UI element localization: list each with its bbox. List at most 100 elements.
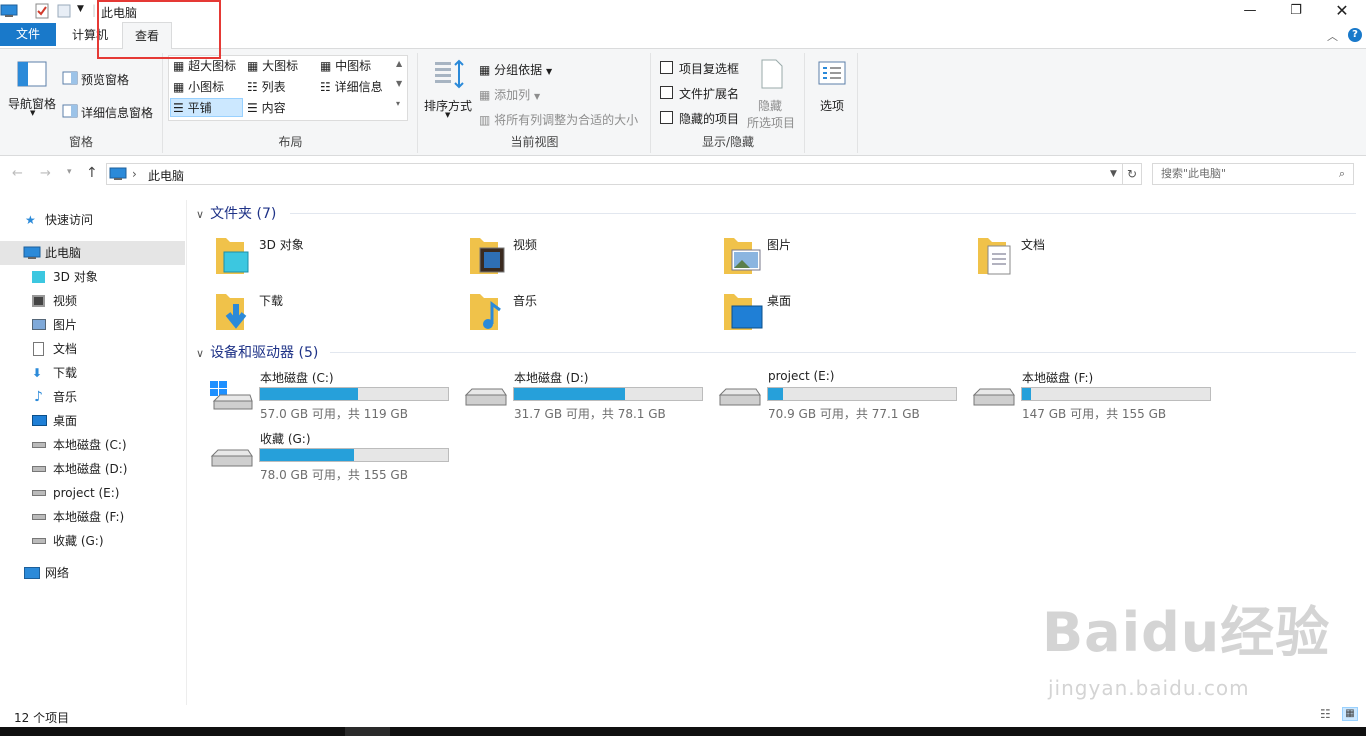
layout-small-icons[interactable]: ▦ 小图标 [173,78,224,95]
layout-large-icons[interactable]: ▦ 大图标 [247,57,298,74]
search-input[interactable]: 搜索"此电脑" ⌕ [1152,163,1354,185]
drive-icon [718,388,761,406]
folder-pictures[interactable]: 图片 [722,234,962,284]
properties-icon[interactable] [35,3,49,19]
folder-music[interactable]: 音乐 [468,290,708,340]
layout-content[interactable]: ☰ 内容 [247,99,286,116]
nav-item-documents[interactable]: 文档 [0,337,185,361]
nav-pane-button[interactable]: 导航窗格 ▼ [4,59,60,119]
nav-item-drive-g[interactable]: 收藏 (G:) [0,529,185,553]
drive-e[interactable]: project (E:) 70.9 GB 可用，共 77.1 GB [718,369,968,421]
hide-selected-button[interactable]: 隐藏 所选项目 [744,57,802,130]
watermark-brand: Baidu经验 [1042,601,1331,664]
folder-videos-icon [470,238,505,274]
drive-label: 收藏 (G:) [260,432,311,446]
layout-extra-large-label: 超大图标 [188,59,237,73]
nav-item-drive-e[interactable]: project (E:) [0,481,185,505]
nav-this-pc[interactable]: 此电脑 [0,241,185,265]
gallery-scroll-down-icon[interactable]: ▼ [396,79,402,88]
refresh-button[interactable]: ↻ [1122,163,1142,185]
nav-item-drive-f[interactable]: 本地磁盘 (F:) [0,505,185,529]
drive-usage-fill [1022,388,1032,400]
new-folder-icon[interactable] [57,4,71,18]
layout-medium-icons[interactable]: ▦ 中图标 [320,57,371,74]
group-by-button[interactable]: ▦ 分组依据 ▼ [479,61,552,78]
sort-chevron-down-icon: ▼ [445,111,451,119]
nav-item-3d-objects[interactable]: 3D 对象 [0,265,185,289]
folder-desktop[interactable]: 桌面 [722,290,962,340]
nav-item-label: 收藏 (G:) [53,534,104,548]
layout-tiles[interactable]: ☰ 平铺 [173,99,212,116]
add-columns-label: 添加列 [494,88,531,102]
close-button[interactable]: ✕ [1319,0,1365,22]
nav-item-music[interactable]: ♪ 音乐 [0,385,185,409]
nav-item-desktop[interactable]: 桌面 [0,409,185,433]
sort-by-button[interactable]: 排序方式 ▼ [423,57,475,121]
download-icon: ⬇ [32,366,43,380]
folder-3d-objects[interactable]: 3D 对象 [214,234,454,284]
layout-details[interactable]: ☷ 详细信息 [320,78,383,95]
gallery-expand-icon[interactable]: ▾ [396,99,400,108]
folder-videos[interactable]: 视频 [468,234,708,284]
section-divider [330,352,1356,353]
nav-network[interactable]: 网络 [0,561,185,585]
forward-icon[interactable]: → [40,166,51,181]
drive-c[interactable]: 本地磁盘 (C:) 57.0 GB 可用，共 119 GB [210,369,460,421]
music-icon: ♪ [34,389,43,405]
folder-documents-icon [978,238,1011,275]
details-pane-icon [62,104,78,118]
add-columns-button[interactable]: ▦ 添加列 ▼ [479,86,540,103]
back-icon[interactable]: ← [12,166,23,181]
tab-file[interactable]: 文件 [0,23,56,46]
taskbar-app[interactable] [345,727,390,736]
restore-button[interactable]: ❐ [1273,0,1319,22]
help-icon[interactable]: ? [1348,28,1362,42]
folder-3d-objects-icon [216,238,249,274]
group-layout: ▦ 超大图标 ▦ 大图标 ▦ 中图标 ▦ 小图标 ☷ 列表 ☷ 详细信息 ☰ 平… [164,53,418,153]
drives-section-header[interactable]: ∨ 设备和驱动器 (5) [196,342,318,362]
nav-item-drive-c[interactable]: 本地磁盘 (C:) [0,433,185,457]
nav-item-downloads[interactable]: ⬇ 下载 [0,361,185,385]
options-button[interactable]: 选项 [810,57,854,117]
network-icon [24,567,40,579]
gallery-scroll-up-icon[interactable]: ▲ [396,59,402,68]
layout-extra-large-icons[interactable]: ▦ 超大图标 [173,57,236,74]
nav-quick-access[interactable]: ★ 快速访问 [0,208,185,232]
minimize-button[interactable]: — [1227,0,1273,22]
address-dropdown-icon[interactable]: ▼ [1110,169,1117,179]
large-icons-view-icon[interactable]: ▦ [1342,707,1358,721]
hidden-items-checkbox[interactable] [660,111,673,124]
folders-header-label: 文件夹 (7) [210,206,277,222]
nav-item-drive-d[interactable]: 本地磁盘 (D:) [0,457,185,481]
nav-item-pictures[interactable]: 图片 [0,313,185,337]
section-divider [290,213,1356,214]
group-panes: 导航窗格 ▼ 预览窗格 详细信息窗格 窗格 [0,53,163,153]
drive-g[interactable]: 收藏 (G:) 78.0 GB 可用，共 155 GB [210,430,460,482]
drive-icon [32,490,46,496]
drive-f[interactable]: 本地磁盘 (F:) 147 GB 可用，共 155 GB [972,369,1222,421]
nav-item-label: project (E:) [53,486,120,500]
nav-item-videos[interactable]: 视频 [0,289,185,313]
folder-downloads[interactable]: 下载 [214,290,454,340]
nav-item-label: 本地磁盘 (D:) [53,462,128,476]
collapse-ribbon-icon[interactable]: ︿ [1327,28,1338,44]
sort-icon [435,59,464,89]
breadcrumb-this-pc[interactable]: 此电脑 [148,167,184,184]
item-checkboxes-checkbox[interactable] [660,61,673,74]
folders-section-header[interactable]: ∨ 文件夹 (7) [196,203,276,223]
nav-this-pc-label: 此电脑 [45,246,82,260]
drive-usage-bar [1021,387,1211,401]
details-view-icon[interactable]: ☷ [1320,707,1331,721]
breadcrumb-chevron-icon[interactable]: › [132,167,137,181]
drive-d[interactable]: 本地磁盘 (D:) 31.7 GB 可用，共 78.1 GB [464,369,714,421]
size-all-columns-button[interactable]: ▥ 将所有列调整为合适的大小 [479,111,638,128]
layout-list[interactable]: ☷ 列表 [247,78,286,95]
drive-icon [32,538,46,544]
up-icon[interactable]: ↑ [86,165,98,181]
nav-item-label: 图片 [53,318,78,332]
address-bar[interactable]: › 此电脑 ▼ [106,163,1123,185]
recent-locations-icon[interactable]: ▾ [67,167,72,177]
file-extensions-checkbox[interactable] [660,86,673,99]
folder-documents[interactable]: 文档 [976,234,1216,284]
quick-access-dropdown-icon[interactable]: ▼ [77,4,84,14]
